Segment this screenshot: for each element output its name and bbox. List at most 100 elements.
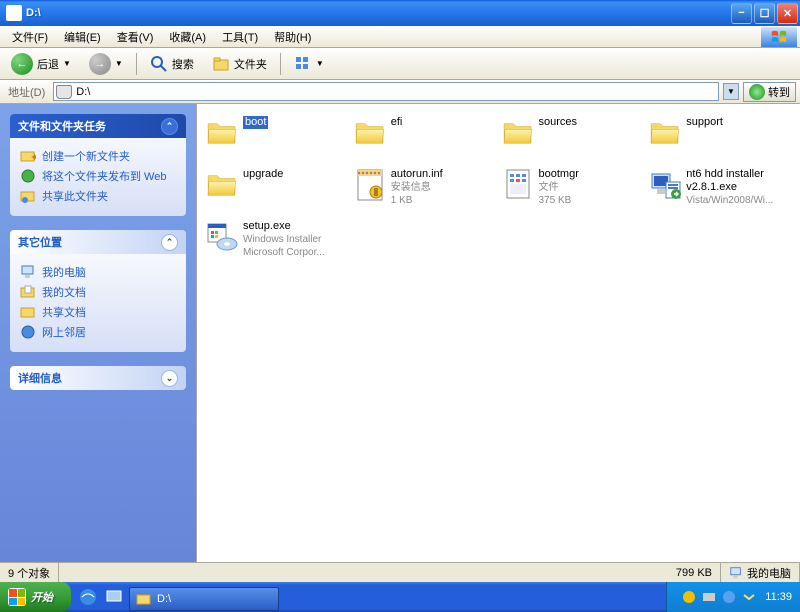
back-icon: ←: [11, 53, 33, 75]
views-icon: [294, 55, 312, 73]
tray-icon[interactable]: [741, 589, 757, 605]
file-icon: [353, 168, 387, 202]
start-button[interactable]: 开始: [0, 582, 71, 612]
task-share[interactable]: 共享此文件夹: [20, 186, 176, 206]
file-item[interactable]: setup.exeWindows InstallerMicrosoft Corp…: [205, 220, 349, 264]
status-count: 9 个对象: [0, 563, 59, 582]
file-item[interactable]: support: [648, 116, 792, 160]
file-sub1: 文件: [539, 181, 579, 194]
folder-icon: [136, 591, 152, 607]
file-item[interactable]: sources: [501, 116, 645, 160]
toolbar: ← 后退 ▼ → ▼ 搜索 文件夹 ▼: [0, 48, 800, 80]
status-bar: 9 个对象 799 KB 我的电脑: [0, 562, 800, 582]
file-sub1: 安装信息: [391, 181, 443, 194]
clock[interactable]: 11:39: [765, 591, 792, 603]
folder-icon: [648, 116, 682, 150]
sidebar: 文件和文件夹任务 ⌃ ✦创建一个新文件夹 将这个文件夹发布到 Web 共享此文件…: [0, 104, 196, 562]
shared-docs-icon: [20, 304, 36, 320]
task-new-folder[interactable]: ✦创建一个新文件夹: [20, 146, 176, 166]
taskbar-task-label: D:\: [157, 593, 171, 605]
computer-icon: [20, 264, 36, 280]
share-icon: [20, 188, 36, 204]
svg-text:✦: ✦: [30, 152, 36, 164]
minimize-button[interactable]: −: [731, 3, 752, 24]
search-button[interactable]: 搜索: [143, 51, 201, 77]
start-label: 开始: [31, 589, 53, 605]
file-item[interactable]: boot: [205, 116, 349, 160]
go-label: 转到: [768, 84, 790, 100]
panel-details-header[interactable]: 详细信息 ⌄: [10, 366, 186, 390]
network-icon: [20, 324, 36, 340]
file-sub2: 1 KB: [391, 194, 443, 207]
folder-icon: [353, 116, 387, 150]
tray-icon[interactable]: [681, 589, 697, 605]
quicklaunch-desktop[interactable]: [103, 586, 125, 608]
address-input[interactable]: D:\: [53, 82, 719, 101]
file-name: nt6 hdd installer v2.8.1.exe: [686, 168, 792, 194]
taskbar-task[interactable]: D:\: [129, 587, 279, 611]
search-label: 搜索: [172, 56, 194, 72]
file-pane[interactable]: boot efi sources support upgradeautorun.inf安…: [196, 104, 800, 562]
panel-details: 详细信息 ⌄: [10, 366, 186, 390]
file-item[interactable]: autorun.inf安装信息1 KB: [353, 168, 497, 212]
file-item[interactable]: bootmgr文件375 KB: [501, 168, 645, 212]
menu-edit[interactable]: 编辑(E): [56, 27, 109, 47]
address-dropdown[interactable]: ▼: [723, 83, 739, 100]
quicklaunch-ie[interactable]: [77, 586, 99, 608]
task-publish-web[interactable]: 将这个文件夹发布到 Web: [20, 166, 176, 186]
go-button[interactable]: 转到: [743, 82, 796, 102]
windows-logo-icon: [8, 588, 26, 606]
maximize-button[interactable]: ☐: [754, 3, 775, 24]
chevron-up-icon: ⌃: [161, 234, 178, 251]
panel-tasks: 文件和文件夹任务 ⌃ ✦创建一个新文件夹 将这个文件夹发布到 Web 共享此文件…: [10, 114, 186, 216]
tray-icon[interactable]: [721, 589, 737, 605]
menu-favorites[interactable]: 收藏(A): [161, 27, 214, 47]
menu-file[interactable]: 文件(F): [4, 27, 56, 47]
window-icon: [6, 5, 22, 21]
file-name: bootmgr: [539, 168, 579, 181]
folder-icon: [205, 168, 239, 202]
computer-icon: [729, 566, 743, 580]
folder-icon: [205, 116, 239, 150]
file-name: support: [686, 116, 723, 129]
window-title: D:\: [26, 7, 731, 19]
menu-tools[interactable]: 工具(T): [214, 27, 266, 47]
system-tray[interactable]: 11:39: [666, 582, 800, 612]
file-item[interactable]: nt6 hdd installer v2.8.1.exeVista/Win200…: [648, 168, 792, 212]
menu-view[interactable]: 查看(V): [109, 27, 162, 47]
folders-button[interactable]: 文件夹: [205, 51, 274, 77]
file-sub2: 375 KB: [539, 194, 579, 207]
documents-icon: [20, 284, 36, 300]
folders-label: 文件夹: [234, 56, 267, 72]
windows-flag-icon: [761, 27, 797, 47]
file-icon: [501, 168, 535, 202]
close-button[interactable]: ✕: [777, 3, 798, 24]
place-mydocs[interactable]: 我的文档: [20, 282, 176, 302]
panel-other: 其它位置 ⌃ 我的电脑 我的文档 共享文档 网上邻居: [10, 230, 186, 352]
place-mycomputer[interactable]: 我的电脑: [20, 262, 176, 282]
place-shared[interactable]: 共享文档: [20, 302, 176, 322]
file-item[interactable]: upgrade: [205, 168, 349, 212]
chevron-down-icon: ⌄: [161, 370, 178, 387]
forward-button[interactable]: → ▼: [82, 49, 130, 79]
back-button[interactable]: ← 后退 ▼: [4, 49, 78, 79]
menu-help[interactable]: 帮助(H): [266, 27, 319, 47]
file-icon: [648, 168, 682, 202]
place-network[interactable]: 网上邻居: [20, 322, 176, 342]
globe-icon: [20, 168, 36, 184]
panel-other-header[interactable]: 其它位置 ⌃: [10, 230, 186, 254]
status-size: 799 KB: [668, 563, 721, 582]
file-sub2: Microsoft Corpor...: [243, 246, 325, 259]
panel-tasks-header[interactable]: 文件和文件夹任务 ⌃: [10, 114, 186, 138]
file-icon: [205, 220, 239, 254]
chevron-up-icon: ⌃: [161, 118, 178, 135]
file-name: efi: [391, 116, 403, 129]
folder-icon: [501, 116, 535, 150]
status-location: 我的电脑: [721, 563, 800, 582]
views-button[interactable]: ▼: [287, 51, 331, 77]
file-item[interactable]: efi: [353, 116, 497, 160]
panel-details-title: 详细信息: [18, 370, 62, 386]
tray-icon[interactable]: [701, 589, 717, 605]
forward-icon: →: [89, 53, 111, 75]
drive-icon: [56, 85, 72, 99]
